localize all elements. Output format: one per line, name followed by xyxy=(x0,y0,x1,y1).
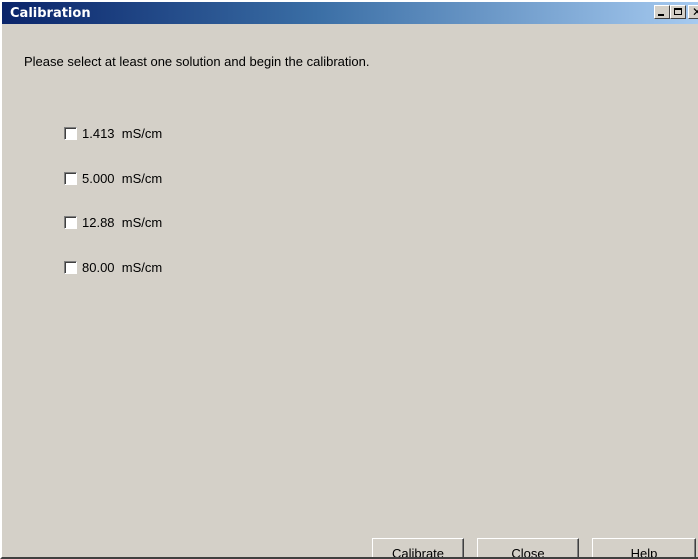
checkbox-8000[interactable] xyxy=(64,261,77,274)
title-bar[interactable]: Calibration ✕ xyxy=(2,2,698,24)
option-label-1413: 1.413 mS/cm xyxy=(82,126,163,141)
close-button[interactable]: Close xyxy=(477,538,579,557)
instruction-text: Please select at least one solution and … xyxy=(24,54,370,69)
help-button[interactable]: Help xyxy=(592,538,696,557)
calibrate-button[interactable]: Calibrate xyxy=(372,538,464,557)
option-label-5000: 5.000 mS/cm xyxy=(82,171,163,186)
option-1288[interactable]: 12.88 mS/cm xyxy=(64,215,162,230)
title-bar-controls: ✕ xyxy=(654,5,698,19)
option-8000[interactable]: 80.00 mS/cm xyxy=(64,260,162,275)
checkbox-1288[interactable] xyxy=(64,216,77,229)
maximize-icon xyxy=(674,8,682,15)
checkbox-1413[interactable] xyxy=(64,127,77,140)
option-label-8000: 80.00 mS/cm xyxy=(82,260,163,275)
close-window-button[interactable]: ✕ xyxy=(688,5,698,19)
option-5000[interactable]: 5.000 mS/cm xyxy=(64,171,162,186)
maximize-button[interactable] xyxy=(670,5,686,19)
option-1413[interactable]: 1.413 mS/cm xyxy=(64,126,162,141)
close-icon: ✕ xyxy=(692,5,698,19)
window-title: Calibration xyxy=(10,6,91,21)
minimize-icon xyxy=(658,14,664,16)
minimize-button[interactable] xyxy=(654,5,670,19)
option-label-1288: 12.88 mS/cm xyxy=(82,215,163,230)
calibration-window: Calibration ✕ Please select at least one… xyxy=(0,0,698,559)
checkbox-5000[interactable] xyxy=(64,172,77,185)
